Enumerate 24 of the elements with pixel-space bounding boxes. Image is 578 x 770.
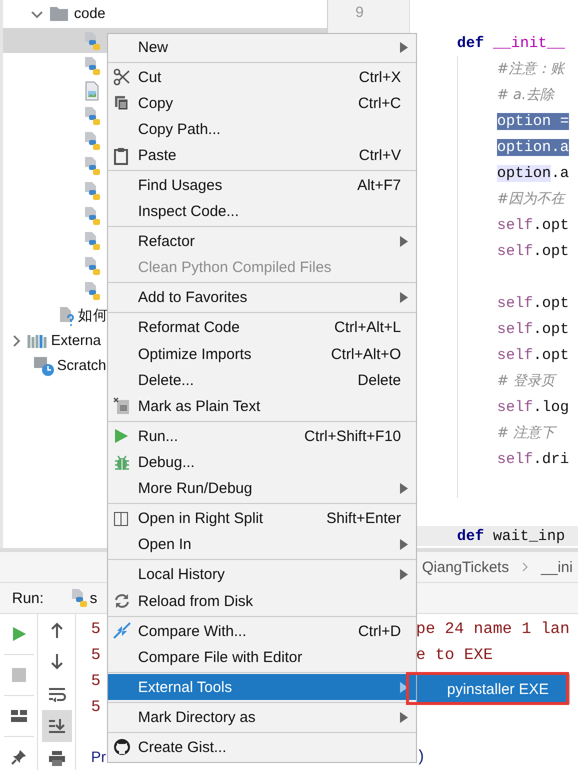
code-line: # a.去除 bbox=[497, 86, 556, 105]
code-line: self.log bbox=[497, 398, 570, 418]
console-text: 5 bbox=[91, 672, 101, 690]
console-text: e to EXE bbox=[416, 646, 493, 664]
console-text: 5 bbox=[91, 620, 101, 638]
console-text: pe 24 name 1 lan bbox=[416, 620, 570, 638]
code-line: option.a bbox=[497, 164, 570, 184]
console-text: 5 bbox=[91, 646, 101, 664]
code-line: #因为不在 bbox=[497, 190, 567, 209]
code-line: self.opt bbox=[497, 216, 570, 236]
code-line: self.dri bbox=[497, 450, 570, 470]
code-line: self.opt bbox=[497, 242, 570, 262]
console-text: 5 bbox=[91, 698, 101, 716]
line-number: 9 bbox=[355, 4, 364, 23]
code-line: def __init__ bbox=[457, 34, 566, 54]
code-line: self.opt bbox=[497, 320, 570, 340]
code-line: # 注意下 bbox=[497, 424, 558, 443]
console-text: Pr bbox=[91, 748, 106, 766]
code-line: #注意：账 bbox=[497, 60, 566, 79]
panel-title: Run: bbox=[12, 590, 44, 606]
console-text: ) bbox=[416, 748, 426, 766]
code-line: # 登录页 bbox=[497, 372, 558, 391]
code-line: self.opt bbox=[497, 346, 570, 366]
code-line: self.opt bbox=[497, 294, 570, 314]
